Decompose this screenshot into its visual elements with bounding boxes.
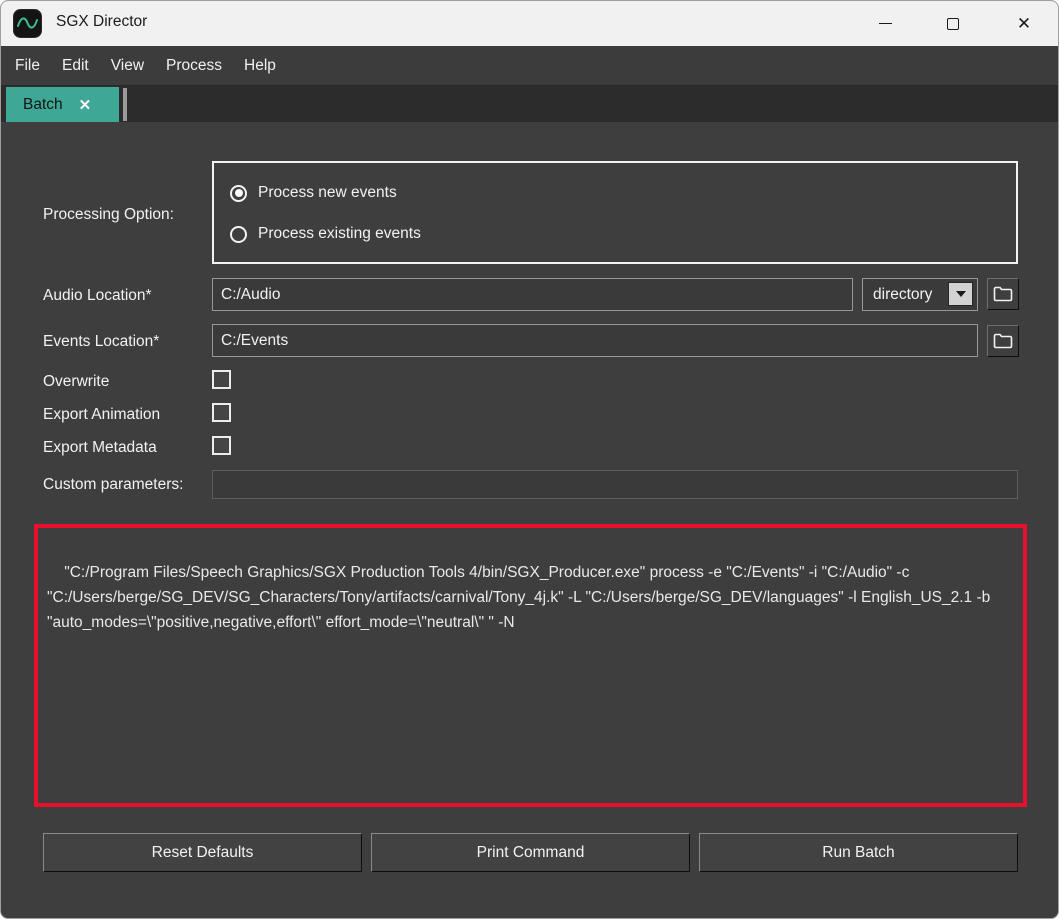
processing-option-label: Processing Option: (43, 206, 174, 224)
sgx-director-window: SGX Director ✕ File Edit View Process He… (0, 0, 1059, 919)
menu-help[interactable]: Help (244, 57, 276, 75)
radio-process-new-events-label: Process new events (258, 184, 397, 202)
radio-row-existing-events[interactable]: Process existing events (230, 225, 421, 243)
path-type-value: directory (873, 286, 932, 304)
close-button[interactable]: ✕ (1001, 1, 1047, 46)
tab-batch[interactable]: Batch ✕ (6, 87, 119, 122)
minimize-icon (879, 23, 892, 24)
chevron-down-icon (956, 291, 966, 297)
radio-process-existing-events-label: Process existing events (258, 225, 421, 243)
custom-parameters-label: Custom parameters: (43, 476, 183, 494)
radio-process-existing-events[interactable] (230, 226, 247, 243)
tab-batch-label: Batch (23, 96, 63, 114)
maximize-icon (947, 18, 959, 30)
processing-option-group: Process new events Process existing even… (212, 161, 1018, 264)
titlebar: SGX Director ✕ (1, 1, 1058, 46)
overwrite-label: Overwrite (43, 373, 109, 391)
maximize-button[interactable] (930, 1, 976, 46)
overwrite-checkbox[interactable] (212, 370, 231, 389)
export-metadata-checkbox[interactable] (212, 436, 231, 455)
export-metadata-label: Export Metadata (43, 439, 157, 457)
close-icon: ✕ (1017, 15, 1031, 32)
window-title: SGX Director (56, 13, 147, 31)
print-command-button[interactable]: Print Command (371, 833, 690, 872)
menu-view[interactable]: View (111, 57, 144, 75)
folder-icon (993, 333, 1013, 349)
radio-row-new-events[interactable]: Process new events (230, 184, 397, 202)
menu-edit[interactable]: Edit (62, 57, 89, 75)
app-icon (13, 9, 42, 38)
export-animation-checkbox[interactable] (212, 403, 231, 422)
dropdown-arrow-button[interactable] (948, 282, 973, 306)
minimize-button[interactable] (862, 1, 908, 46)
audio-location-input[interactable] (212, 278, 853, 311)
tab-bar: Batch ✕ (1, 86, 1058, 122)
reset-defaults-button[interactable]: Reset Defaults (43, 833, 362, 872)
audio-location-label: Audio Location* (43, 287, 152, 305)
command-preview-box[interactable]: "C:/Program Files/Speech Graphics/SGX Pr… (34, 524, 1027, 807)
run-batch-button[interactable]: Run Batch (699, 833, 1018, 872)
events-location-label: Events Location* (43, 333, 159, 351)
custom-parameters-input[interactable] (212, 470, 1018, 499)
folder-icon (993, 286, 1013, 302)
export-animation-label: Export Animation (43, 406, 160, 424)
radio-process-new-events[interactable] (230, 185, 247, 202)
command-preview-text: "C:/Program Files/Speech Graphics/SGX Pr… (47, 564, 995, 631)
events-browse-button[interactable] (987, 325, 1019, 357)
events-location-input[interactable] (212, 324, 978, 357)
menu-bar: File Edit View Process Help (1, 46, 1058, 86)
menu-file[interactable]: File (15, 57, 40, 75)
tab-close-icon[interactable]: ✕ (79, 96, 92, 114)
tab-divider (123, 88, 127, 121)
path-type-dropdown[interactable]: directory (862, 278, 978, 311)
menu-process[interactable]: Process (166, 57, 222, 75)
audio-browse-button[interactable] (987, 278, 1019, 310)
